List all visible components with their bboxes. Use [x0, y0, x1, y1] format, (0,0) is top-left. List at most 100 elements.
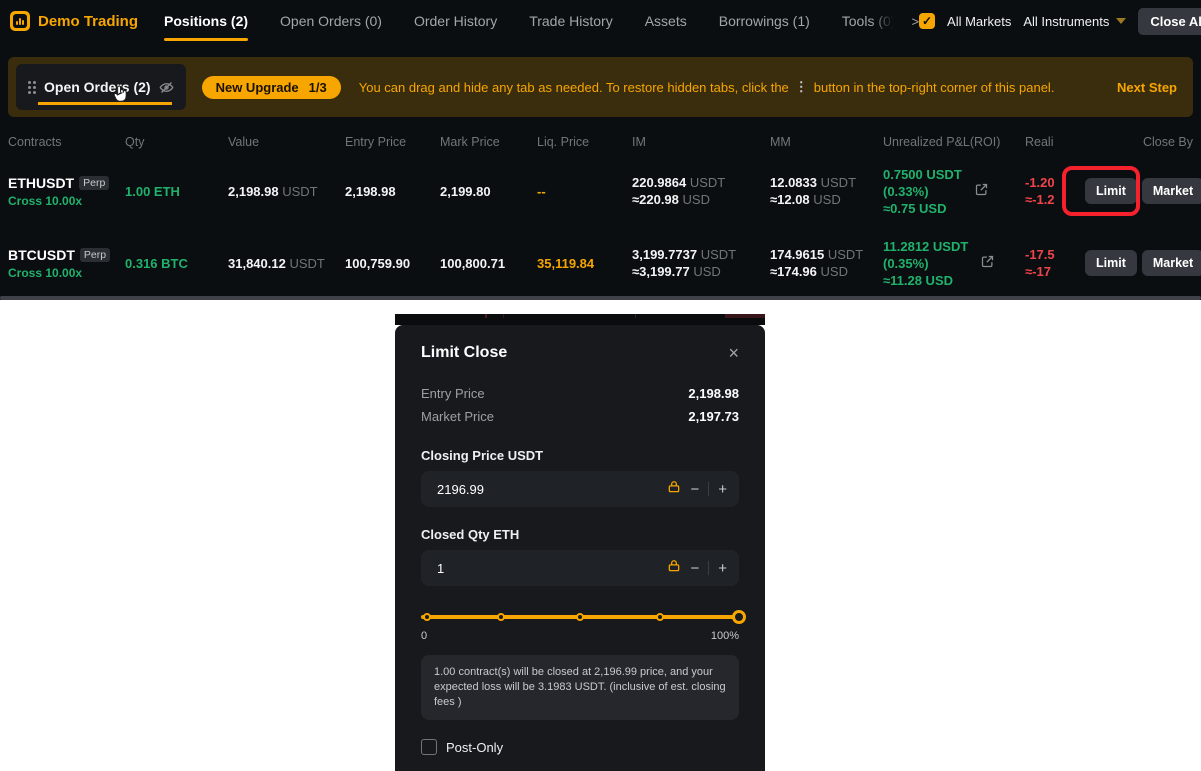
col-entry-price: Entry Price	[345, 135, 440, 149]
limit-close-button[interactable]: Limit	[1085, 178, 1137, 204]
open-orders-tab-card[interactable]: Open Orders (2)	[16, 64, 186, 110]
perp-badge: Perp	[79, 176, 109, 190]
im-usdt-unit: USDT	[690, 175, 725, 190]
entry-price-cell: 2,198.98	[345, 184, 440, 199]
last-price-lock-icon[interactable]	[667, 559, 681, 578]
upl-line3: ≈11.28 USD	[883, 272, 968, 289]
increase-price-button[interactable]: +	[718, 482, 727, 497]
tab-open-orders[interactable]: Open Orders (0)	[280, 0, 382, 42]
perp-badge: Perp	[80, 248, 110, 262]
col-realized: Reali	[1025, 135, 1085, 149]
im-usdt: 3,199.7737	[632, 247, 697, 262]
market-close-button[interactable]: Market	[1142, 178, 1201, 204]
market-close-button[interactable]: Market	[1142, 250, 1201, 276]
im-usd: ≈220.98	[632, 192, 679, 207]
closing-price-input[interactable]: 2196.99 − +	[421, 471, 739, 507]
margin-mode-label[interactable]: Cross 10.00x	[8, 266, 125, 280]
mm-usd: ≈12.08	[770, 192, 810, 207]
upl-line2: (0.33%)	[883, 183, 962, 200]
closed-qty-value[interactable]: 1	[437, 561, 667, 576]
close-all-button[interactable]: Close All	[1138, 8, 1201, 35]
col-qty: Qty	[125, 135, 228, 149]
tab-borrowings[interactable]: Borrowings (1)	[719, 0, 810, 42]
value-unit: USDT	[282, 184, 317, 199]
mm-cell: 174.9615 USDT ≈174.96 USD	[770, 246, 883, 280]
background-chart-sliver	[395, 314, 765, 325]
next-step-link[interactable]: Next Step	[1117, 80, 1177, 95]
post-only-checkbox[interactable]	[421, 739, 437, 755]
new-upgrade-label: New Upgrade	[216, 80, 299, 95]
post-only-option[interactable]: Post-Only	[421, 739, 739, 755]
slider-stop-50[interactable]	[576, 613, 584, 621]
tab-positions[interactable]: Positions (2)	[164, 0, 248, 42]
tab-trade-history[interactable]: Trade History	[529, 0, 613, 42]
slider-stop-0[interactable]	[423, 613, 431, 621]
col-mm: MM	[770, 135, 883, 149]
symbol-label[interactable]: BTCUSDT	[8, 247, 75, 263]
col-im: IM	[632, 135, 770, 149]
slider-max-label: 100%	[711, 630, 739, 642]
im-usd-unit: USD	[683, 192, 710, 207]
mm-usd-unit: USD	[821, 264, 848, 279]
share-pnl-icon[interactable]	[974, 182, 989, 200]
realized-line2: ≈-1.2	[1025, 191, 1085, 208]
value-cell: 2,198.98 USDT	[228, 184, 345, 199]
realized-line1: -17.5	[1025, 246, 1085, 263]
market-price-label: Market Price	[421, 409, 494, 424]
mm-cell: 12.0833 USDT ≈12.08 USD	[770, 174, 883, 208]
margin-mode-label[interactable]: Cross 10.00x	[8, 194, 125, 208]
slider-labels: 0 100%	[421, 630, 739, 642]
im-usd: ≈3,199.77	[632, 264, 690, 279]
drag-handle-icon[interactable]	[28, 81, 36, 94]
col-unrealized-pnl: Unrealized P&L(ROI)	[883, 135, 1025, 149]
all-markets-label: All Markets	[947, 14, 1011, 29]
slider-stop-75[interactable]	[656, 613, 664, 621]
banner-message-before: You can drag and hide any tab as needed.…	[359, 80, 789, 95]
col-contracts: Contracts	[8, 135, 125, 149]
unrealized-pnl-cell: 11.2812 USDT (0.35%) ≈11.28 USD	[883, 238, 1025, 289]
all-instruments-dropdown[interactable]: All Instruments	[1023, 14, 1126, 29]
liq-price-cell: 35,119.84	[537, 256, 632, 271]
slider-thumb[interactable]	[732, 610, 746, 624]
chevron-right-icon[interactable]: >	[911, 14, 919, 29]
close-icon[interactable]: ×	[728, 344, 739, 362]
nav-right-controls: ✓ All Markets All Instruments Close All …	[919, 8, 1201, 35]
all-markets-checkbox[interactable]: ✓	[919, 13, 935, 29]
horizontal-scrollbar[interactable]	[0, 296, 1201, 300]
liq-price-cell: --	[537, 184, 632, 199]
last-price-lock-icon[interactable]	[667, 480, 681, 499]
col-close-by: Close By	[1085, 135, 1193, 149]
banner-message: You can drag and hide any tab as needed.…	[359, 79, 1055, 95]
decrease-qty-button[interactable]: −	[690, 561, 699, 576]
top-nav: Demo Trading Positions (2) Open Orders (…	[0, 0, 1201, 42]
entry-price-cell: 100,759.90	[345, 256, 440, 271]
qty-percent-slider[interactable]	[421, 610, 739, 624]
mm-usd-unit: USD	[813, 192, 840, 207]
divider	[708, 482, 709, 496]
value-cell: 31,840.12 USDT	[228, 256, 345, 271]
value-num: 31,840.12	[228, 256, 286, 271]
tab-order-history[interactable]: Order History	[414, 0, 497, 42]
im-usdt: 220.9864	[632, 175, 686, 190]
tab-tools[interactable]: Tools (0)	[842, 0, 896, 42]
hide-tab-eye-off-icon[interactable]	[159, 80, 174, 95]
slider-stop-25[interactable]	[497, 613, 505, 621]
realized-line2: ≈-17	[1025, 263, 1085, 280]
entry-price-label: Entry Price	[421, 386, 485, 401]
close-by-cell: Limit Market	[1085, 178, 1201, 204]
decrease-price-button[interactable]: −	[690, 482, 699, 497]
slider-min-label: 0	[421, 630, 427, 642]
mm-usdt: 174.9615	[770, 247, 824, 262]
closing-price-value[interactable]: 2196.99	[437, 482, 667, 497]
upl-line2: (0.35%)	[883, 255, 968, 272]
col-value: Value	[228, 135, 345, 149]
increase-qty-button[interactable]: +	[718, 561, 727, 576]
limit-close-button[interactable]: Limit	[1085, 250, 1137, 276]
symbol-label[interactable]: ETHUSDT	[8, 175, 74, 191]
closing-price-label: Closing Price USDT	[421, 448, 739, 463]
tab-assets[interactable]: Assets	[645, 0, 687, 42]
contract-cell: ETHUSDT Perp Cross 10.00x	[8, 175, 125, 208]
closed-qty-input[interactable]: 1 − +	[421, 550, 739, 586]
share-pnl-icon[interactable]	[980, 254, 995, 272]
im-cell: 3,199.7737 USDT ≈3,199.77 USD	[632, 246, 770, 280]
